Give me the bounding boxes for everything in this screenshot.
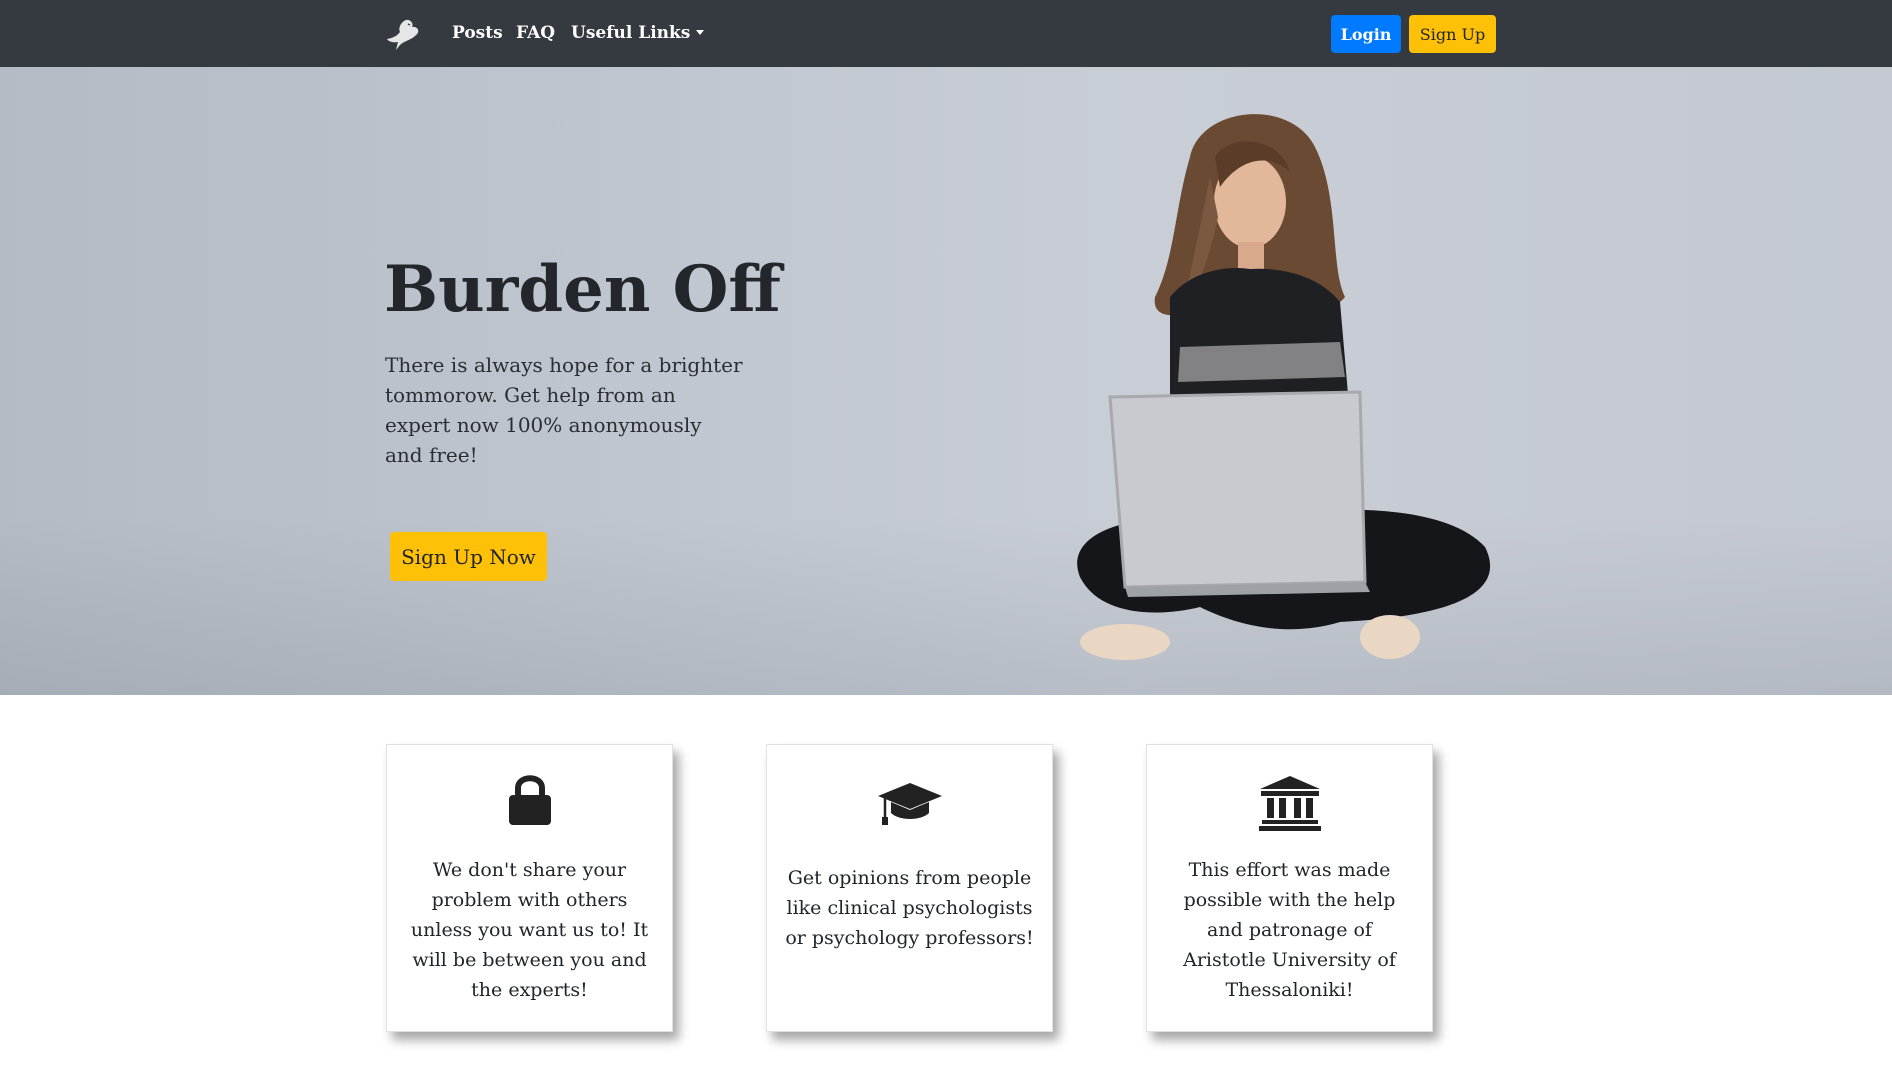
hero-floor-shade — [0, 515, 1892, 695]
nav-useful-links-label: Useful Links — [571, 23, 691, 43]
caret-down-icon — [696, 30, 705, 35]
navbar: Posts FAQ Useful Links Login Sign Up — [0, 0, 1892, 67]
hero-section: Burden Off There is always hope for a br… — [0, 67, 1892, 695]
woman-with-laptop-photo — [1077, 114, 1491, 660]
hero-signup-button[interactable]: Sign Up Now — [390, 532, 547, 581]
graduation-cap-icon — [877, 783, 942, 825]
feature-card-privacy: We don't share your problem with others … — [386, 744, 673, 1032]
login-button[interactable]: Login — [1331, 15, 1401, 53]
university-icon — [1258, 776, 1321, 831]
nav-posts-link[interactable]: Posts — [452, 23, 503, 43]
bird-logo-icon[interactable] — [384, 14, 424, 54]
hero-title: Burden Off — [384, 252, 781, 327]
feature-text: Get opinions from people like clinical p… — [785, 867, 1034, 949]
feature-text: We don't share your problem with others … — [410, 859, 649, 1001]
signup-button[interactable]: Sign Up — [1409, 15, 1496, 53]
feature-text: This effort was made possible with the h… — [1183, 859, 1396, 1001]
lock-icon — [508, 775, 551, 825]
feature-card-experts: Get opinions from people like clinical p… — [766, 744, 1053, 1032]
nav-faq-link[interactable]: FAQ — [516, 23, 555, 43]
nav-useful-links-dropdown[interactable]: Useful Links — [571, 23, 705, 43]
feature-card-university: This effort was made possible with the h… — [1146, 744, 1433, 1032]
hero-description: There is always hope for a brighter tomm… — [385, 353, 743, 467]
